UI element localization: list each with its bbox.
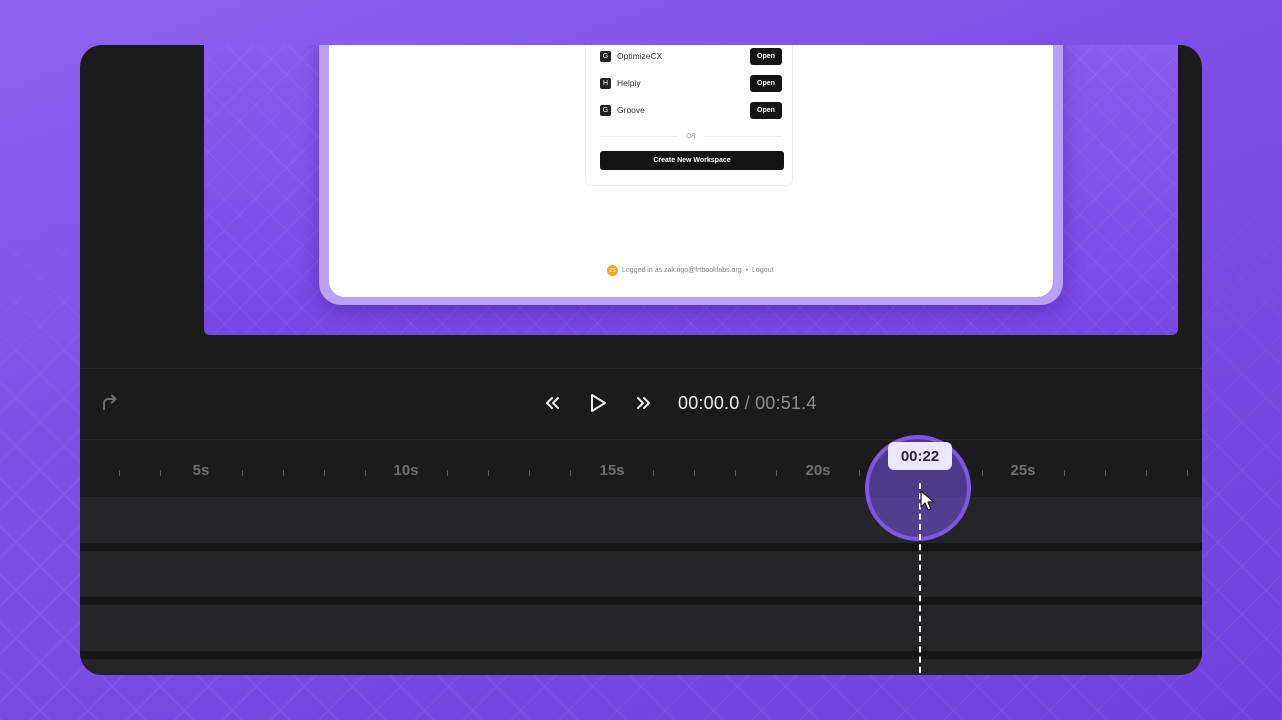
timeline-track[interactable] [80, 497, 1202, 543]
timeline-track[interactable] [80, 551, 1202, 597]
current-time: 00:00.0 [678, 392, 740, 413]
app-window: G OptimizeCX Open H Helpiy Open G Groove… [329, 45, 1053, 297]
workspace-logo-icon: G [600, 104, 611, 116]
ruler-label: 20s [805, 462, 831, 479]
workspace-row: G Groove Open [600, 101, 782, 119]
mouse-cursor-icon [920, 490, 935, 511]
bullet-separator: • [745, 267, 749, 274]
video-editor: G OptimizeCX Open H Helpiy Open G Groove… [80, 45, 1202, 675]
timeline-track[interactable] [80, 659, 1202, 675]
open-workspace-button[interactable]: Open [750, 101, 782, 119]
ruler-label: 10s [393, 462, 419, 479]
workspace-logo-icon: H [600, 77, 611, 89]
playback-controls: 00:00.0 / 00:51.4 [540, 391, 817, 415]
time-display: 00:00.0 / 00:51.4 [678, 393, 817, 414]
redo-icon[interactable] [100, 393, 120, 413]
workspace-name: Groove [617, 105, 645, 115]
workspace-logo-icon: G [600, 50, 611, 62]
create-workspace-button[interactable]: Create New Workspace [600, 151, 784, 170]
login-footer: ZS Logged in as zak.tigo@frtbooklabs.org… [607, 265, 773, 276]
or-text: OR [686, 132, 696, 140]
workspace-name: Helpiy [617, 78, 641, 88]
avatar: ZS [607, 265, 618, 276]
ruler-label: 25s [1010, 462, 1036, 479]
workspace-name: OptimizeCX [617, 51, 663, 61]
video-preview: G OptimizeCX Open H Helpiy Open G Groove… [204, 45, 1178, 335]
ruler-label: 15s [599, 462, 625, 479]
total-time: 00:51.4 [755, 392, 817, 413]
or-divider: OR [600, 131, 782, 141]
divider [80, 368, 1202, 369]
timeline-ruler[interactable]: 5s 10s 15s 20s 25s [80, 440, 1202, 496]
open-workspace-button[interactable]: Open [750, 47, 782, 65]
fast-forward-icon[interactable] [632, 391, 656, 415]
time-separator: / [744, 392, 750, 413]
playhead-time-badge[interactable]: 00:22 [888, 442, 952, 470]
logout-link[interactable]: Logout [752, 267, 773, 274]
rewind-icon[interactable] [540, 391, 564, 415]
play-icon[interactable] [586, 391, 610, 415]
open-workspace-button[interactable]: Open [750, 74, 782, 92]
workspace-row: H Helpiy Open [600, 74, 782, 92]
ruler-label: 5s [192, 462, 210, 479]
workspace-row: G OptimizeCX Open [600, 47, 782, 65]
timeline-track[interactable] [80, 605, 1202, 651]
logged-in-text: Logged in as zak.tigo@frtbooklabs.org [622, 267, 742, 274]
workspace-card: G OptimizeCX Open H Helpiy Open G Groove… [585, 45, 793, 186]
app-frame: G OptimizeCX Open H Helpiy Open G Groove… [319, 45, 1063, 305]
